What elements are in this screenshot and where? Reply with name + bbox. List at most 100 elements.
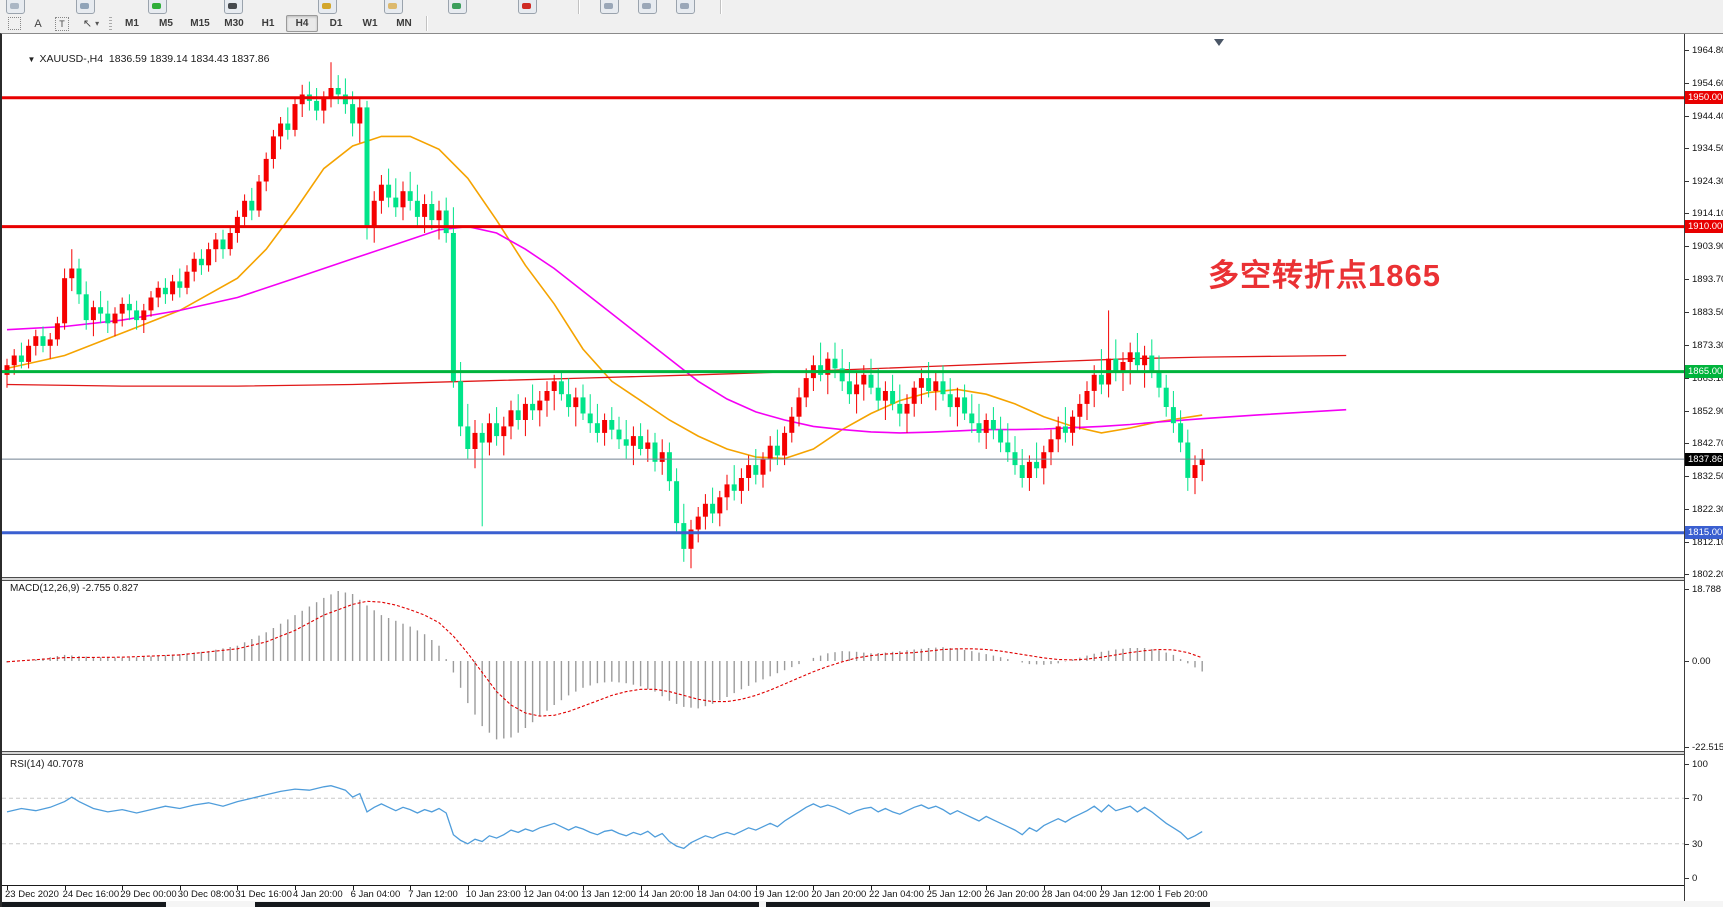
rsi-tick-label: 0: [1692, 873, 1697, 884]
macd-tick-label: 18.788: [1692, 584, 1721, 595]
timeframe-bar: M1M5M15M30H1H4D1W1MN: [115, 15, 421, 32]
axis-tick: [1685, 116, 1689, 117]
axis-tick: [1685, 509, 1689, 510]
window-edge-bar: [255, 902, 759, 907]
axis-tick: [1685, 279, 1689, 280]
symbol-period-label: XAUUSD-,H4: [39, 53, 103, 65]
time-label: 29 Jan 12:00: [1099, 889, 1154, 900]
zoom-icon-glyph: [80, 3, 89, 9]
document-icon[interactable]: [6, 0, 25, 14]
price-tick-label: 1914.10: [1692, 208, 1723, 219]
axis-tick: [1685, 246, 1689, 247]
time-label: 18 Jan 04:00: [696, 889, 751, 900]
bottom-strip: [2, 901, 1723, 907]
axis-tick: [1685, 747, 1689, 748]
timeframe-button-M5[interactable]: M5: [150, 15, 182, 32]
autotrade-icon-glyph: [322, 3, 331, 9]
pane-splitter[interactable]: [2, 751, 1684, 755]
stop-icon[interactable]: [518, 0, 537, 14]
text-label-tool-button[interactable]: A: [28, 16, 48, 32]
rsi-line: [7, 786, 1202, 849]
time-label: 31 Dec 16:00: [235, 889, 292, 900]
macd-tick-label: -22.515: [1692, 742, 1723, 753]
axis-tick: [1685, 844, 1689, 845]
price-tick-label: 1852.90: [1692, 406, 1723, 417]
axis-tick: [1685, 878, 1689, 879]
timeframe-button-D1[interactable]: D1: [320, 15, 352, 32]
text-a-icon: A: [34, 18, 41, 30]
timeframe-button-H1[interactable]: H1: [252, 15, 284, 32]
stop-icon-glyph: [522, 3, 531, 9]
time-label: 25 Jan 12:00: [927, 889, 982, 900]
text-t-icon: T: [55, 17, 69, 31]
window-icon[interactable]: [600, 0, 619, 14]
ma-orange: [7, 136, 1202, 458]
axis-corner: [1684, 885, 1723, 901]
time-label: 7 Jan 12:00: [408, 889, 458, 900]
axis-tick: [1685, 764, 1689, 765]
macd-label: MACD(12,26,9) -2.755 0.827: [10, 583, 138, 594]
chart-shift-marker[interactable]: [1214, 39, 1224, 46]
pane-splitter[interactable]: [2, 577, 1684, 581]
ohlc-values: 1836.59 1839.14 1834.43 1837.86: [109, 53, 270, 65]
grid-tool-button[interactable]: [4, 16, 24, 32]
axis-tick: [1685, 411, 1689, 412]
toolbar-separator: [720, 0, 722, 14]
price-tick-label: 1944.40: [1692, 111, 1723, 122]
chevron-down-icon: ▾: [95, 19, 99, 28]
time-label: 12 Jan 04:00: [523, 889, 578, 900]
toolbar-drag-handle[interactable]: [109, 17, 112, 31]
time-label: 20 Jan 20:00: [811, 889, 866, 900]
axis-tick: [1685, 83, 1689, 84]
zoom-icon[interactable]: [76, 0, 95, 14]
timeframe-button-M15[interactable]: M15: [184, 15, 216, 32]
price-axis[interactable]: 1964.801954.601944.401934.501924.301914.…: [1684, 34, 1723, 885]
axis-tick: [1685, 213, 1689, 214]
price-tick-label: 1822.30: [1692, 504, 1723, 515]
timeframe-button-MN[interactable]: MN: [388, 15, 420, 32]
timeframe-button-W1[interactable]: W1: [354, 15, 386, 32]
price-tick-label: 1924.30: [1692, 176, 1723, 187]
time-label: 10 Jan 23:00: [466, 889, 521, 900]
time-label: 28 Jan 04:00: [1042, 889, 1097, 900]
axis-tick: [1685, 589, 1689, 590]
symbol-caret-icon[interactable]: ▼: [28, 55, 36, 64]
window-icon-2[interactable]: [638, 0, 657, 14]
timeframe-button-H4[interactable]: H4: [286, 15, 318, 32]
toolbar-separator: [426, 16, 428, 31]
autotrade-icon[interactable]: [318, 0, 337, 14]
rsi-pane[interactable]: [2, 755, 1684, 885]
macd-pane[interactable]: [2, 581, 1684, 751]
axis-tick: [1685, 148, 1689, 149]
ellipsis-icon[interactable]: [224, 0, 243, 14]
axis-tick: [1685, 476, 1689, 477]
rsi-tick-label: 100: [1692, 759, 1708, 770]
toolbar-separator: [578, 0, 580, 14]
time-axis[interactable]: 23 Dec 202024 Dec 16:0029 Dec 00:0030 De…: [2, 885, 1684, 901]
macd-signal-line: [7, 601, 1202, 716]
new-chart-icon[interactable]: [148, 0, 167, 14]
axis-tick: [1685, 542, 1689, 543]
timeframe-button-M30[interactable]: M30: [218, 15, 250, 32]
chart-annotation-text: 多空转折点1865: [1208, 250, 1441, 295]
time-label: 6 Jan 04:00: [351, 889, 401, 900]
price-tick-label: 1954.60: [1692, 78, 1723, 89]
folder-icon[interactable]: [384, 0, 403, 14]
chart-title: ▼XAUUSD-,H4 1836.59 1839.14 1834.43 1837…: [10, 41, 269, 77]
main-price-pane[interactable]: [2, 37, 1684, 577]
mt4-terminal: A T ↖ ▾ M1M5M15M30H1H4D1W1MN ▼XAUUSD-,H4…: [0, 0, 1723, 907]
text-tool-button[interactable]: T: [52, 16, 72, 32]
window-icon-3[interactable]: [676, 0, 695, 14]
window-edge-bar: [766, 902, 1210, 907]
price-badge-1865.00: 1865.00: [1685, 365, 1723, 378]
time-label: 26 Jan 20:00: [984, 889, 1039, 900]
price-badge-1950.00: 1950.00: [1685, 91, 1723, 104]
timeframe-button-M1[interactable]: M1: [116, 15, 148, 32]
arrows-tool-button[interactable]: ↖ ▾: [76, 16, 106, 32]
price-tick-label: 1903.90: [1692, 241, 1723, 252]
time-label: 24 Dec 16:00: [63, 889, 120, 900]
rsi-tick-label: 30: [1692, 839, 1703, 850]
new-chart-icon-glyph: [152, 3, 161, 9]
web-icon[interactable]: [448, 0, 467, 14]
axis-tick: [1685, 443, 1689, 444]
